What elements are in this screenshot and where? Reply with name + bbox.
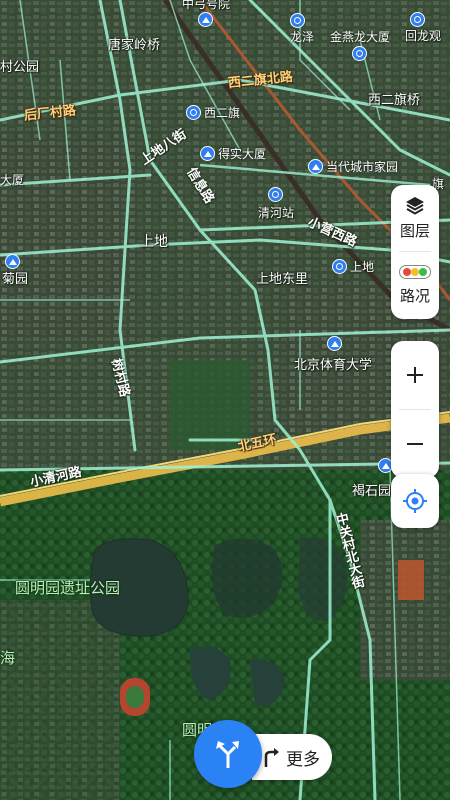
zoom-out-button[interactable] [391,410,439,478]
more-button[interactable]: 更多 [252,734,332,780]
building-icon [200,146,215,161]
route-arrow-icon [216,741,239,768]
poi-label-longze: 龙泽 [290,30,315,44]
subway-station-icon [290,13,305,28]
zoom-in-button[interactable] [391,341,439,409]
subway-station-icon [186,105,201,120]
place-label-xi-er-qi-bridge: 西二旗桥 [368,93,421,108]
plus-icon [407,367,423,383]
traffic-light-icon [399,264,431,279]
subway-station-icon [268,187,283,202]
building-icon [308,159,323,174]
poi-label-deshi: 得实大厦 [218,147,267,161]
route-button[interactable] [194,720,262,788]
poi-jinyanlong-pin[interactable] [352,46,367,61]
poi-longze[interactable]: 龙泽 [290,12,332,44]
poi-label-heshiqiao: 褐石园 [352,484,392,499]
layers-label: 图层 [399,222,430,240]
subway-station-icon [352,46,367,61]
minus-icon [407,443,423,445]
traffic-button[interactable]: 路况 [391,252,439,318]
poi-label-bsu: 北京体育大学 [294,358,373,373]
place-label-zhong-hao-yuan: 中弓号院 [182,0,231,11]
place-label-da-po: 大厦 [0,173,25,187]
place-label-yuanmingyuan: 圆明园遗址公园 [15,579,121,597]
subway-station-icon [410,12,425,27]
locate-button[interactable] [391,474,439,528]
poi-label-shangdi-station: 上地 [350,260,375,274]
poi-ju-yuan[interactable] [5,254,20,269]
layer-traffic-panel: 图层 路况 [391,185,439,319]
university-icon [327,336,342,351]
poi-deshi[interactable]: 得实大厦 [200,145,266,162]
poi-label-dangdai: 当代城市家园 [326,160,399,174]
traffic-label: 路况 [399,286,430,305]
poi-xi-er-qi[interactable]: 西二旗 [186,104,240,121]
poi-label-jinyanlong: 金燕龙大厦 [330,30,391,44]
building-icon [5,254,20,269]
poi-label-xi-er-qi: 西二旗 [204,106,241,120]
poi-jinyanlong[interactable]: 金燕龙大厦 [330,28,390,45]
subway-station-icon [332,259,347,274]
place-label-tangjialing: 唐家岭桥 [108,38,161,53]
locate-icon [403,489,427,513]
more-label: 更多 [286,749,320,770]
place-label-shangdi: 上地 [140,234,168,250]
poi-shangdi-station[interactable]: 上地 [332,258,374,275]
place-label-shangdi-east: 上地东里 [256,272,309,287]
place-label-haidian-edge: 海 [0,649,16,667]
poi-zhong-hao-yuan[interactable] [198,12,213,27]
place-label-ju-yuan: 菊园 [2,272,29,287]
layers-icon [406,197,424,215]
poi-label-huilongguan: 回龙观 [405,29,442,43]
poi-qinghe[interactable] [268,187,283,202]
poi-bsu[interactable] [327,336,342,351]
place-label-cun-park: 村公园 [0,60,40,75]
poi-dangdai[interactable]: 当代城市家园 [308,158,398,175]
poi-huilongguan[interactable] [410,12,425,27]
turn-arrow-icon [264,748,279,767]
building-icon [198,12,213,27]
layers-button[interactable]: 图层 [391,185,439,251]
zoom-panel [391,341,439,478]
poi-label-qinghe: 清河站 [258,206,295,220]
